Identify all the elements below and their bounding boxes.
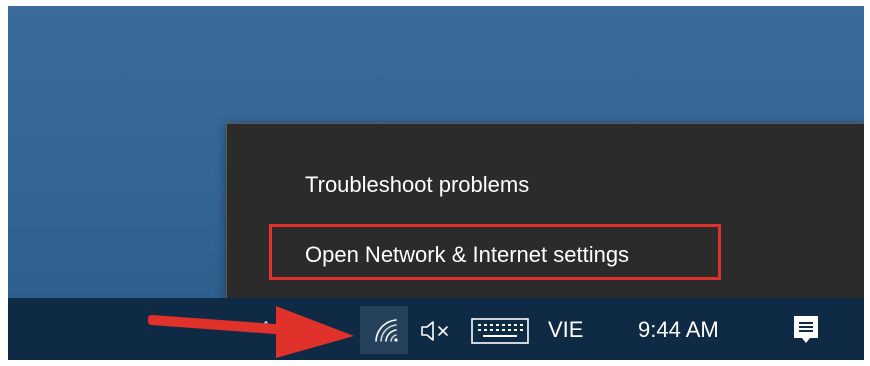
action-center-button[interactable]	[786, 310, 826, 350]
red-arrow-annotation	[148, 306, 354, 358]
taskbar: ^ VIE 9:44 AM	[8, 298, 864, 360]
volume-tray-button[interactable]	[414, 310, 458, 350]
screen: Troubleshoot problems Open Network & Int…	[8, 6, 864, 360]
highlight-box	[269, 224, 721, 280]
touch-keyboard-button[interactable]	[471, 314, 531, 346]
menu-item-troubleshoot-problems[interactable]: Troubleshoot problems	[305, 172, 529, 198]
volume-muted-icon	[421, 321, 448, 341]
touch-keyboard-icon	[471, 318, 529, 344]
action-center-icon	[794, 316, 818, 343]
network-tray-button[interactable]	[360, 306, 408, 354]
language-indicator[interactable]: VIE	[548, 316, 583, 344]
clock[interactable]: 9:44 AM	[638, 316, 719, 344]
network-context-menu: Troubleshoot problems Open Network & Int…	[226, 123, 864, 308]
wifi-icon	[375, 319, 398, 342]
